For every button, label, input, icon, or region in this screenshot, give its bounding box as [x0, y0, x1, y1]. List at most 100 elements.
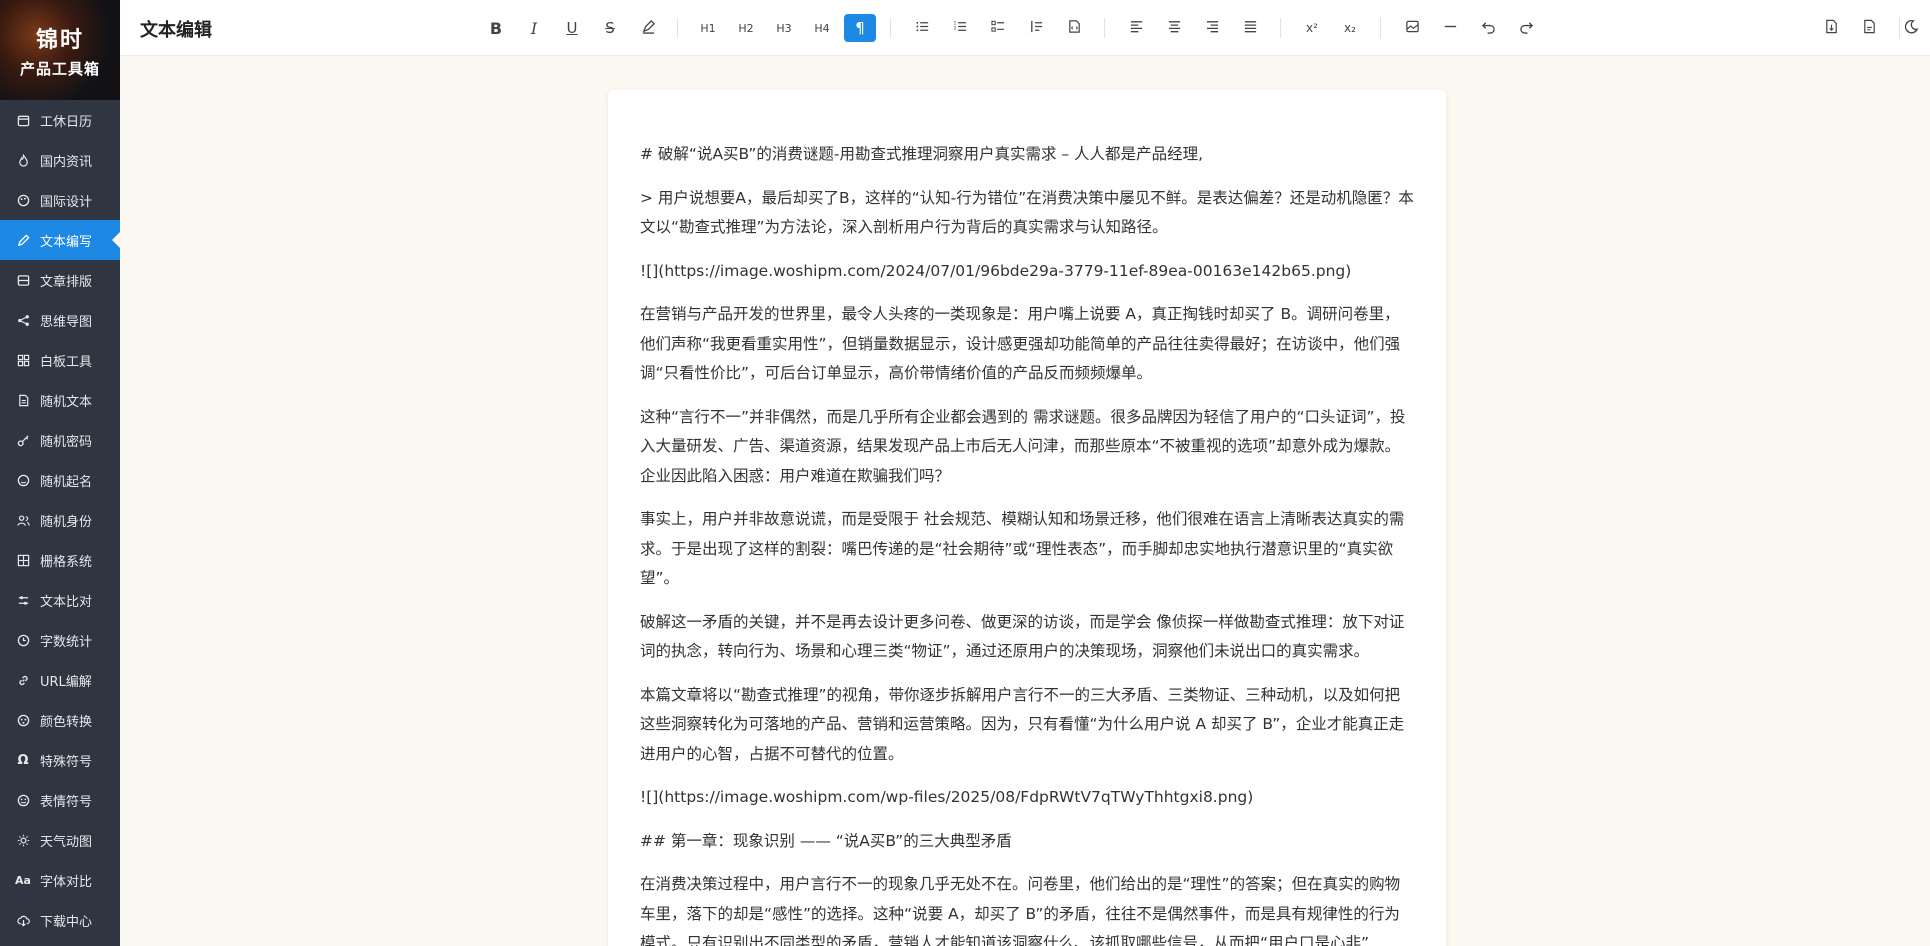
ordered-list-button[interactable]: 12 — [944, 14, 976, 42]
horizontal-rule-icon — [1443, 19, 1458, 38]
sidebar-item-word-count[interactable]: 字数统计 — [0, 620, 120, 660]
sidebar-item-label: 下载中心 — [40, 914, 93, 930]
sidebar-item-label: 天气动图 — [40, 834, 93, 850]
sidebar-item-color-convert[interactable]: 颜色转换 — [0, 700, 120, 740]
toolbar-divider — [1104, 18, 1105, 38]
underline-button[interactable]: U — [556, 14, 588, 42]
align-right-icon — [1205, 19, 1220, 38]
doc-paragraph: 本篇文章将以“勘查式推理”的视角，带你逐步拆解用户言行不一的三大矛盾、三类物证、… — [640, 685, 1405, 763]
editor-document[interactable]: # 破解“说A买B”的消费谜题-用勘查式推理洞察用户真实需求 – 人人都是产品经… — [608, 90, 1446, 946]
bold-button[interactable]: B — [480, 14, 512, 42]
link-icon — [16, 673, 30, 687]
paragraph-button[interactable]: ¶ — [844, 14, 876, 42]
sidebar-item-calendar[interactable]: 工休日历 — [0, 100, 120, 140]
sidebar-item-url-codec[interactable]: URL编解 — [0, 660, 120, 700]
bullet-list-icon — [915, 19, 930, 38]
brand-name: 锦时 — [35, 27, 84, 53]
strikethrough-icon: S — [605, 19, 615, 37]
doc-quote-line: > 用户说想要A，最后却买了B，这样的“认知-行为错位”在消费决策中屡见不鲜。是… — [640, 188, 1414, 237]
brand-logo[interactable]: 锦时 产品工具箱 — [0, 0, 120, 100]
blockquote-button[interactable] — [1020, 14, 1052, 42]
sidebar-nav: 工休日历 国内资讯 国际设计 文本编写 文章排版 思维导图 白板工具 随机文本 … — [0, 100, 120, 940]
highlight-button[interactable] — [632, 14, 664, 42]
heading-2-button[interactable]: H2 — [730, 14, 762, 42]
sidebar-item-random-password[interactable]: 随机密码 — [0, 420, 120, 460]
sidebar-item-download[interactable]: 下载中心 — [0, 900, 120, 940]
sidebar-item-grid-system[interactable]: 栅格系统 — [0, 540, 120, 580]
pen-icon — [16, 233, 30, 247]
bullet-list-button[interactable] — [906, 14, 938, 42]
sidebar-item-font-compare[interactable]: Aa 字体对比 — [0, 860, 120, 900]
sidebar-item-whiteboard[interactable]: 白板工具 — [0, 340, 120, 380]
sidebar-item-text-writing[interactable]: 文本编写 — [0, 220, 120, 260]
sidebar-item-design[interactable]: 国际设计 — [0, 180, 120, 220]
italic-icon: I — [530, 18, 538, 38]
align-justify-button[interactable] — [1234, 14, 1266, 42]
heading-4-button[interactable]: H4 — [806, 14, 838, 42]
sidebar-item-layout[interactable]: 文章排版 — [0, 260, 120, 300]
heading-3-button[interactable]: H3 — [768, 14, 800, 42]
file-export-icon — [1824, 19, 1839, 38]
align-right-button[interactable] — [1196, 14, 1228, 42]
image-icon — [1405, 19, 1420, 38]
sidebar-item-mindmap[interactable]: 思维导图 — [0, 300, 120, 340]
sun-icon — [16, 833, 30, 847]
color-icon — [16, 713, 30, 727]
code-block-button[interactable] — [1058, 14, 1090, 42]
align-center-button[interactable] — [1158, 14, 1190, 42]
sidebar-item-label: 国际设计 — [40, 194, 93, 210]
sidebar-item-random-text[interactable]: 随机文本 — [0, 380, 120, 420]
toolbar-divider — [1380, 18, 1381, 38]
align-center-icon — [1167, 19, 1182, 38]
sidebar-item-random-identity[interactable]: 随机身份 — [0, 500, 120, 540]
sidebar-item-label: 字数统计 — [40, 634, 93, 650]
sidebar-item-label: 文章排版 — [40, 274, 93, 290]
sidebar-item-label: 随机文本 — [40, 394, 93, 410]
doc-paragraph: 事实上，用户并非故意说谎，而是受限于 社会规范、模糊认知和场景迁移，他们很难在语… — [640, 510, 1405, 587]
file-pdf-icon — [1862, 19, 1877, 38]
sidebar-item-special-symbols[interactable]: Ω 特殊符号 — [0, 740, 120, 780]
sidebar-item-emoji[interactable]: 表情符号 — [0, 780, 120, 820]
doc-heading-line: ## 第一章：现象识别 —— “说A买B”的三大典型矛盾 — [640, 831, 1012, 850]
sidebar-item-label: 表情符号 — [40, 794, 93, 810]
redo-icon — [1519, 19, 1534, 38]
sidebar-item-text-compare[interactable]: 文本比对 — [0, 580, 120, 620]
sidebar-item-label: 颜色转换 — [40, 714, 93, 730]
redo-button[interactable] — [1510, 14, 1542, 42]
doc-paragraph: 这种“言行不一”并非偶然，而是几乎所有企业都会遇到的 需求谜题。很多品牌因为轻信… — [640, 407, 1406, 485]
sidebar-item-label: 文本比对 — [40, 594, 93, 610]
superscript-button[interactable]: x² — [1296, 14, 1328, 42]
align-left-icon — [1129, 19, 1144, 38]
doc-title-line: # 破解“说A买B”的消费谜题-用勘查式推理洞察用户真实需求 – 人人都是产品经… — [640, 145, 1203, 163]
insert-image-button[interactable] — [1396, 14, 1428, 42]
align-left-button[interactable] — [1120, 14, 1152, 42]
sidebar-item-label: 随机起名 — [40, 474, 93, 490]
sidebar-item-label: 白板工具 — [40, 354, 93, 370]
emoji-icon — [16, 793, 30, 807]
sidebar-item-label: 字体对比 — [40, 874, 93, 890]
flame-icon — [16, 153, 30, 167]
undo-button[interactable] — [1472, 14, 1504, 42]
export-document-button[interactable] — [1815, 14, 1847, 42]
sidebar-item-label: URL编解 — [40, 674, 92, 690]
horizontal-rule-button[interactable] — [1434, 14, 1466, 42]
subscript-button[interactable]: x₂ — [1334, 14, 1366, 42]
strikethrough-button[interactable]: S — [594, 14, 626, 42]
dark-mode-toggle[interactable] — [1895, 14, 1927, 42]
sidebar-item-weather[interactable]: 天气动图 — [0, 820, 120, 860]
task-list-icon — [990, 19, 1006, 38]
export-pdf-button[interactable] — [1853, 14, 1885, 42]
sidebar-item-label: 随机身份 — [40, 514, 93, 530]
compare-icon — [16, 593, 30, 607]
page-title: 文本编辑 — [140, 20, 212, 41]
sidebar-item-news[interactable]: 国内资讯 — [0, 140, 120, 180]
smile-icon — [16, 473, 30, 487]
italic-button[interactable]: I — [518, 14, 550, 42]
font-icon: Aa — [15, 873, 31, 887]
board-icon — [16, 353, 30, 367]
ordered-list-icon: 12 — [953, 19, 968, 38]
task-list-button[interactable] — [982, 14, 1014, 42]
heading-1-button[interactable]: H1 — [692, 14, 724, 42]
pilcrow-icon: ¶ — [855, 19, 865, 37]
sidebar-item-random-name[interactable]: 随机起名 — [0, 460, 120, 500]
